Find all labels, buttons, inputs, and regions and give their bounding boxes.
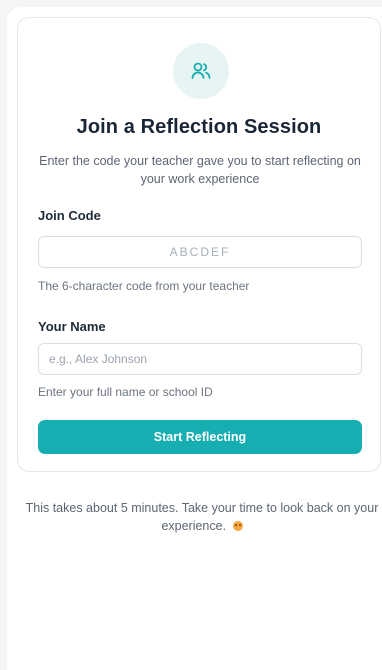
start-reflecting-button[interactable]: Start Reflecting xyxy=(38,420,362,454)
page-title: Join a Reflection Session xyxy=(76,116,322,138)
join-code-input[interactable]: ABCDEF xyxy=(38,236,362,268)
smile-icon xyxy=(232,521,243,531)
join-session-card: Join a Reflection Session Enter the code… xyxy=(17,17,381,472)
page: Join a Reflection Session Enter the code… xyxy=(0,0,382,670)
users-icon xyxy=(191,62,211,79)
join-code-label: Join Code xyxy=(38,208,101,223)
footer-note-text: This takes about 5 minutes. Take your ti… xyxy=(25,501,379,533)
footer-note: This takes about 5 minutes. Take your ti… xyxy=(17,499,382,535)
name-label: Your Name xyxy=(38,319,106,334)
name-input[interactable]: e.g., Alex Johnson xyxy=(38,343,362,375)
name-helper: Enter your full name or school ID xyxy=(38,385,213,399)
users-icon-badge xyxy=(173,43,229,99)
page-subtitle: Enter the code your teacher gave you to … xyxy=(39,154,361,186)
join-code-helper: The 6-character code from your teacher xyxy=(38,279,250,293)
